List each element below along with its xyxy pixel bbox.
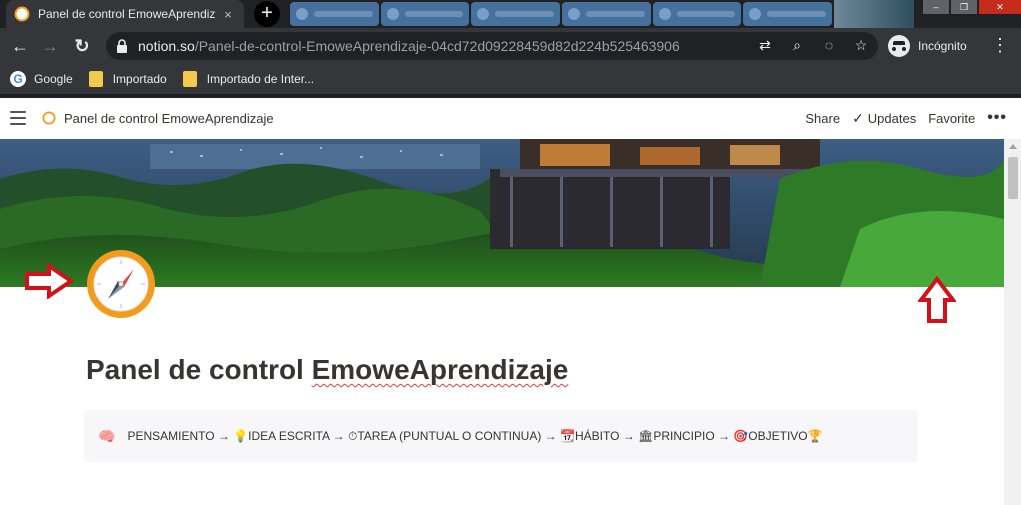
favorite-button[interactable]: Favorite [928,111,975,126]
updates-button[interactable]: ✓ Updates [852,110,916,127]
lock-icon [117,39,127,53]
tab-close-icon[interactable]: × [220,7,236,22]
compass-icon[interactable] [86,249,156,319]
share-button[interactable]: Share [805,111,840,126]
page-title-part-underlined: EmoweAprendizaje [311,354,569,385]
google-icon: G [10,71,26,87]
callout-text: PENSAMIENTO → 💡IDEA ESCRITA → ⏱TAREA (PU… [127,428,823,443]
brain-icon[interactable]: 🧠 [98,428,115,445]
forward-button[interactable]: → [38,34,62,58]
background-tab[interactable] [290,2,379,26]
compass-breadcrumb-icon [42,111,56,125]
omnibox-icons: ⇄ ⌕ ◌ ☆ [756,36,870,54]
bookmark-label: Importado de Inter... [206,72,315,86]
reload-button[interactable]: ↻ [70,34,94,58]
minimize-button[interactable]: – [923,0,949,14]
bookmarks-bar: G Google Importado Importado de Inter... [0,64,1021,94]
background-tab[interactable] [743,2,833,26]
desktop-background [834,0,914,28]
background-tab[interactable] [562,2,651,26]
browser-menu-button[interactable]: ⋮ [990,34,1010,58]
incognito-indicator[interactable]: Incógnito [888,34,967,58]
more-options-button[interactable]: ••• [987,109,1007,127]
bookmark-label: Google [34,72,73,86]
sidebar-toggle-icon[interactable] [10,111,26,125]
topbar-actions: Share ✓ Updates Favorite ••• [805,109,1007,127]
browser-toolbar: ← → ↻ notion.so /Panel-de-control-EmoweA… [0,28,1021,64]
translate-icon[interactable]: ⇄ [756,36,774,54]
eye-off-icon[interactable]: ◌ [820,36,838,54]
background-tab[interactable] [380,2,470,26]
close-window-button[interactable]: ✕ [979,0,1021,14]
scroll-up-icon[interactable] [1009,144,1017,149]
folder-icon [182,71,197,87]
maximize-button[interactable]: ❐ [951,0,977,14]
compass-favicon-icon [14,6,30,22]
incognito-icon [888,35,910,57]
url-domain: notion.so [138,38,195,54]
incognito-label: Incógnito [918,39,967,53]
bookmark-label: Importado [112,72,167,86]
page-scrollbar[interactable] [1004,139,1021,505]
updates-label: Updates [867,110,917,126]
breadcrumb[interactable]: Panel de control EmoweAprendizaje [64,111,274,126]
bookmark-importado[interactable]: Importado [88,71,167,87]
notion-topbar: Panel de control EmoweAprendizaje Share … [0,98,1021,139]
check-icon: ✓ [852,109,864,126]
page-title-part: Panel de control [86,354,312,385]
window-controls: – ❐ ✕ [921,0,1021,14]
page-title[interactable]: Panel de control EmoweAprendizaje [86,354,568,386]
background-tab[interactable] [471,2,561,26]
back-button[interactable]: ← [8,34,32,58]
address-bar[interactable]: notion.so /Panel-de-control-EmoweAprendi… [106,32,878,60]
zoom-icon[interactable]: ⌕ [788,36,806,54]
background-tabs [290,2,834,26]
tab-strip: Panel de control EmoweAprendiz × + – ❐ ✕ [0,0,1021,28]
bookmark-importado-de-internet[interactable]: Importado de Inter... [182,71,315,87]
annotation-arrow-up-icon [918,276,956,323]
folder-icon [88,71,103,87]
new-tab-button[interactable]: + [254,1,280,27]
star-icon[interactable]: ☆ [852,36,870,54]
scrollbar-thumb[interactable] [1008,157,1018,199]
annotation-arrow-right-icon [25,263,74,299]
background-tab[interactable] [652,2,742,26]
url-path: /Panel-de-control-EmoweAprendizaje-04cd7… [194,38,680,54]
tab-title: Panel de control EmoweAprendiz [38,7,216,21]
callout-block[interactable]: 🧠 PENSAMIENTO → 💡IDEA ESCRITA → ⏱TAREA (… [84,410,917,462]
active-tab[interactable]: Panel de control EmoweAprendiz × [6,0,244,28]
bookmark-google[interactable]: G Google [10,71,73,87]
